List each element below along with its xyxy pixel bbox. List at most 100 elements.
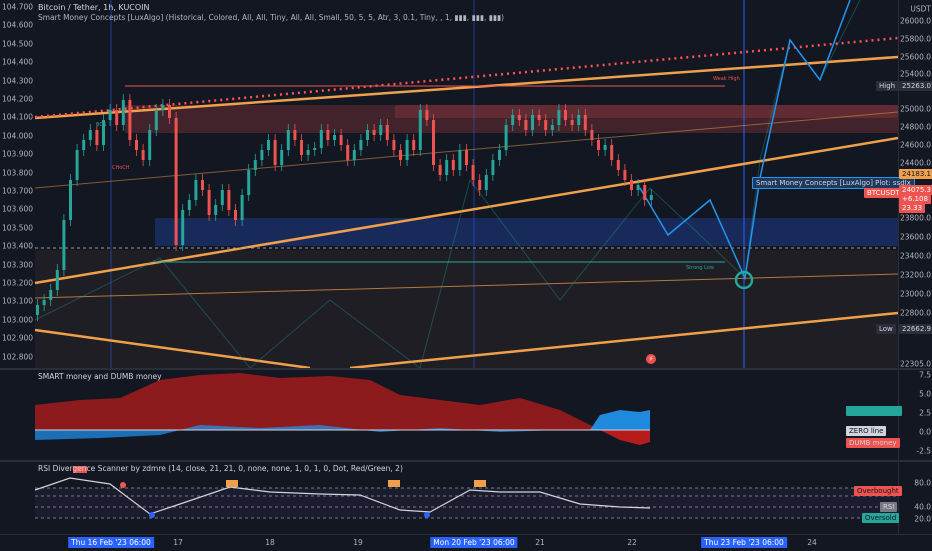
candle-body: [234, 210, 237, 220]
div-marker: [388, 480, 400, 487]
smart-money-recent: [590, 410, 650, 430]
candle-body: [194, 180, 198, 200]
right-price-tick: 25600.0: [899, 52, 931, 62]
indicator-legend[interactable]: Smart Money Concepts [LuxAlgo] (Historic…: [38, 13, 504, 22]
rsi-tick: 40.0: [914, 502, 931, 512]
symbol-tag-2: 23.33: [899, 203, 926, 213]
candle-body: [148, 130, 152, 160]
candle-body: [524, 120, 528, 130]
candle-body: [55, 270, 59, 290]
right-price-tick: 23200.0: [899, 270, 931, 280]
left-price-tick: 104.200: [2, 94, 34, 104]
left-price-tick: 103.700: [2, 186, 34, 196]
overbought-tag: Overbought: [854, 486, 902, 496]
right-price-tick: 23400.0: [899, 251, 931, 261]
candle-body: [227, 190, 231, 210]
right-price-tick: 22800.0: [899, 308, 931, 318]
candle-body: [544, 120, 548, 130]
smart-money-tick: 5.0: [919, 389, 931, 399]
right-price-tick: 24600.0: [899, 140, 931, 150]
candle-body: [649, 195, 653, 200]
left-price-tick: 103.900: [2, 149, 34, 159]
candle-body: [306, 150, 310, 155]
rsi-title[interactable]: RSI Divergence Scanner by zdmre (14, clo…: [38, 464, 403, 473]
left-price-tick: 103.000: [2, 315, 34, 325]
left-price-tick: 104.400: [2, 57, 34, 67]
candle-body: [425, 110, 429, 120]
candle-body: [405, 140, 409, 160]
smart-money-tag: SMART money: [846, 406, 903, 416]
left-price-tick: 104.300: [2, 76, 34, 86]
bear-div-dot: [120, 482, 126, 488]
smart-money-tick: 0.0: [919, 427, 931, 437]
right-price-tick: 25800.0: [899, 34, 931, 44]
candle-body: [511, 115, 515, 125]
discount-zone: [35, 250, 898, 368]
candle-body: [319, 130, 323, 148]
currency-label: USDT: [910, 4, 931, 14]
choch-label: CHoCH: [112, 165, 130, 171]
dumb-money-recent: [600, 430, 650, 445]
time-tick: 22: [627, 538, 637, 547]
candle-body: [207, 190, 211, 215]
candle-body: [95, 130, 99, 145]
smart-money-axis[interactable]: 7.5 5.0 2.5 0.0 -2.5: [898, 370, 932, 460]
candle-body: [267, 140, 270, 150]
time-axis[interactable]: 17 18 19 21 22 24 Thu 16 Feb '23 06:00 Mon 20…: [0, 534, 932, 551]
zero-line-tag: ZERO line: [846, 426, 887, 436]
rsi-pane[interactable]: RSI Divergence Scanner by zdmre (14, clo…: [0, 462, 932, 534]
right-price-tick: 23800.0: [899, 213, 931, 223]
candle-body: [293, 130, 297, 140]
left-price-tick: 104.000: [2, 131, 34, 141]
high-label: High: [876, 81, 899, 91]
smart-money-tick: 2.5: [919, 408, 931, 418]
smart-money-pane[interactable]: SMART money and DUMB money 7.5 5.0 2.5 0.0 -…: [0, 370, 932, 460]
high-value: 25263.0: [899, 81, 932, 91]
right-price-tick: 25400.0: [899, 69, 931, 79]
replay-icon[interactable]: ⚡: [646, 354, 656, 364]
left-price-tick: 103.800: [2, 168, 34, 178]
price-tag-1: 24183.1: [899, 169, 932, 179]
candle-body: [451, 160, 455, 170]
main-chart-pane[interactable]: Bitcoin / Tether, 1h, KUCOIN Smart Money…: [0, 0, 932, 369]
time-highlight-3: Thu 23 Feb '23 06:00: [701, 537, 787, 548]
time-tick: 19: [353, 538, 363, 547]
candle-body: [181, 210, 185, 245]
candle-body: [135, 140, 138, 150]
left-price-tick: 103.600: [2, 204, 34, 214]
candle-body: [550, 125, 554, 130]
candle-body: [458, 150, 462, 170]
candle-body: [141, 150, 145, 160]
smart-money-title[interactable]: SMART money and DUMB money: [38, 372, 162, 381]
candle-body: [108, 110, 112, 120]
candle-body: [366, 130, 369, 140]
candle-body: [115, 110, 119, 125]
candle-body: [187, 200, 191, 210]
candle-body: [471, 165, 475, 180]
left-price-tick: 104.500: [2, 39, 34, 49]
symbol-tag: BTCUSDT: [864, 188, 903, 198]
candle-body: [161, 105, 165, 110]
candle-body: [372, 130, 376, 135]
left-price-tick: 102.900: [2, 333, 34, 343]
candle-body: [280, 150, 284, 165]
candle-body: [412, 140, 416, 150]
candle-body: [564, 110, 567, 120]
rsi-tag: RSI: [880, 502, 898, 512]
candle-body: [75, 150, 79, 180]
candle-body: [597, 140, 600, 150]
left-price-tick: 104.600: [2, 20, 34, 30]
candle-body: [121, 100, 125, 125]
candle-body: [438, 165, 442, 175]
left-price-tick: 102.800: [2, 352, 34, 362]
left-price-tick: 104.100: [2, 112, 34, 122]
smart-money-tick: -2.5: [916, 446, 931, 456]
rsi-axis[interactable]: 80.0 40.0 20.0: [898, 462, 932, 534]
candle-body: [432, 120, 435, 165]
candle-body: [36, 305, 39, 315]
left-price-tick: 103.100: [2, 296, 34, 306]
smart-money-tick: 7.5: [919, 370, 931, 380]
right-price-tick: 23000.0: [899, 289, 931, 299]
demand-zone: [155, 218, 898, 246]
candle-body: [201, 180, 204, 190]
